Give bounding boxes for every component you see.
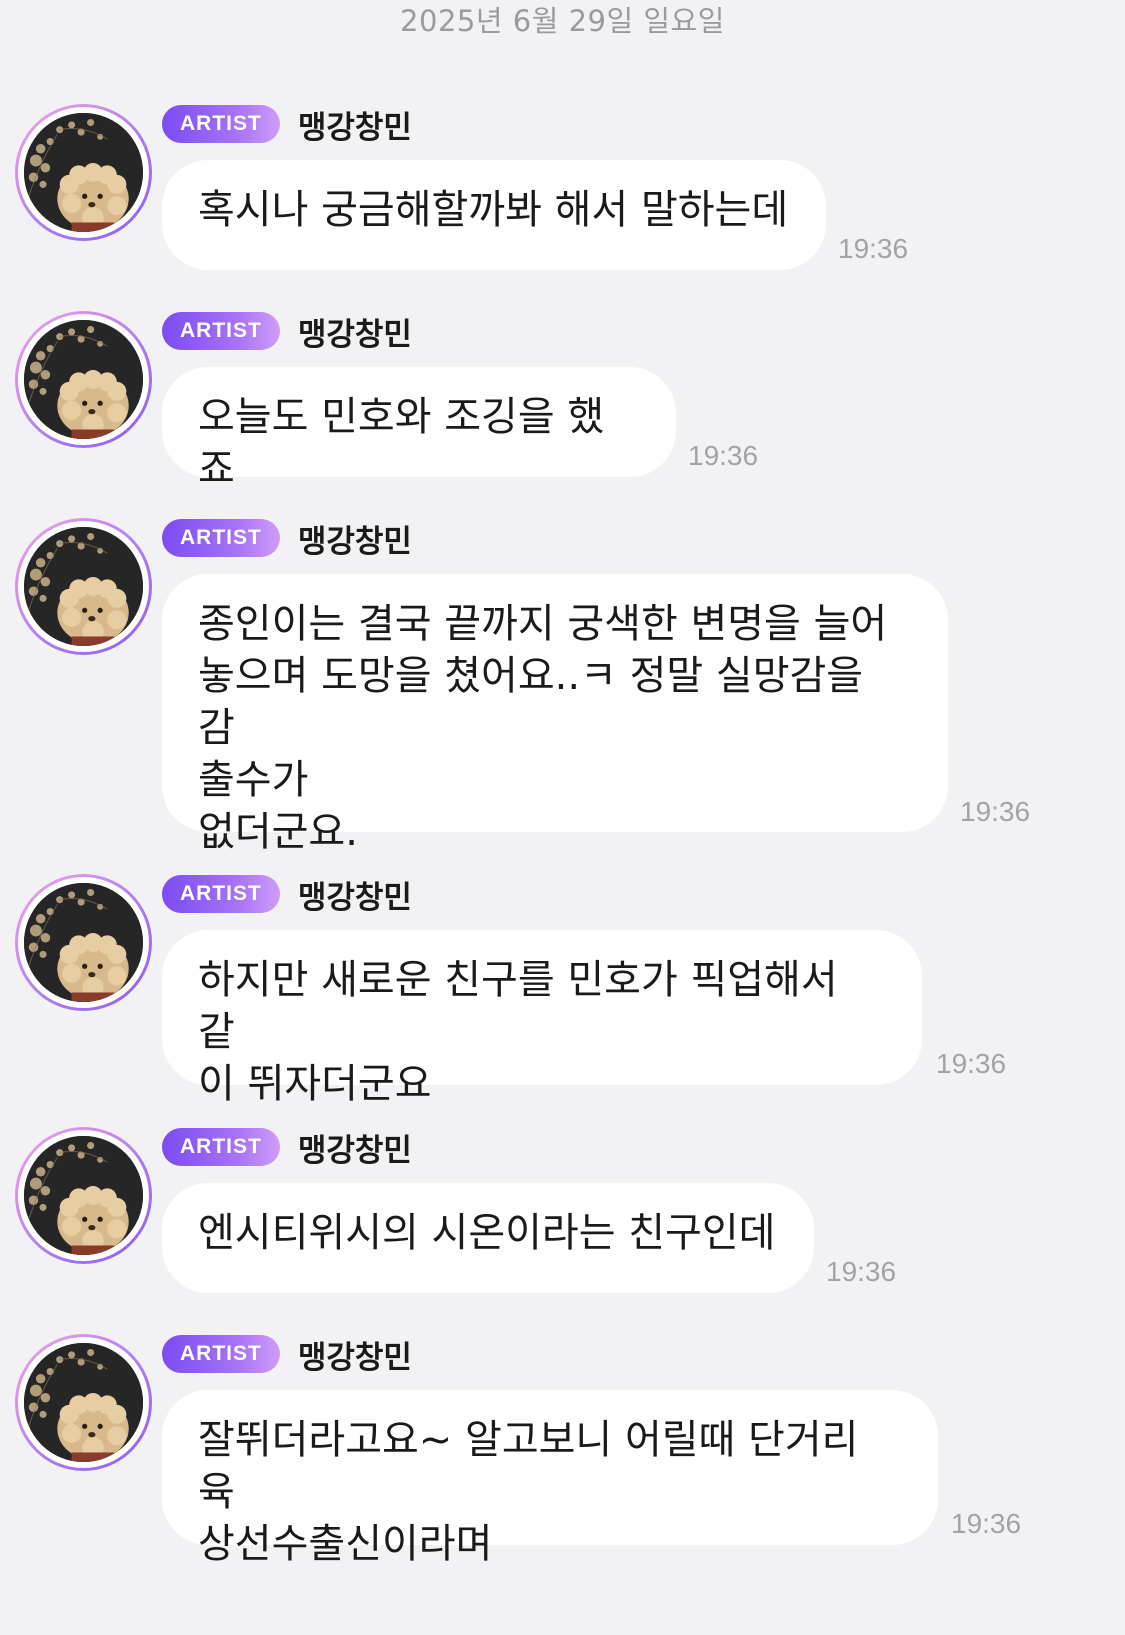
message-time: 19:36 xyxy=(951,1508,1022,1539)
avatar-ring xyxy=(18,877,149,1008)
artist-badge: ARTIST xyxy=(162,105,280,143)
message-time: 19:36 xyxy=(960,796,1031,827)
message-time: 19:36 xyxy=(936,1048,1007,1079)
message-item: ARTIST 맹강창민 엔시티위시의 시온이라는 친구인데 19:36 xyxy=(0,1127,1125,1296)
sender-row: ARTIST 맹강창민 xyxy=(162,1125,412,1170)
message-item: ARTIST 맹강창민 오늘도 민호와 조깅을 했죠 19:36 xyxy=(0,309,1125,492)
message-bubble[interactable]: 오늘도 민호와 조깅을 했죠 xyxy=(162,367,676,492)
message-item: ARTIST 맹강창민 잘뛰더라고요~ 알고보니 어릴때 단거리 육 상선수출신… xyxy=(0,1332,1125,1567)
sender-name[interactable]: 맹강창민 xyxy=(298,309,412,354)
artist-badge: ARTIST xyxy=(162,1335,280,1373)
sender-row: ARTIST 맹강창민 xyxy=(162,1332,412,1377)
message-time: 19:36 xyxy=(688,440,759,471)
artist-badge: ARTIST xyxy=(162,1128,280,1166)
avatar[interactable] xyxy=(15,1127,152,1264)
message-time: 19:36 xyxy=(838,233,909,264)
message-time: 19:36 xyxy=(826,1256,897,1287)
avatar[interactable] xyxy=(15,104,152,241)
dog-avatar-icon xyxy=(24,1136,143,1255)
dog-avatar-image xyxy=(24,113,143,232)
avatar-ring xyxy=(18,107,149,238)
artist-badge: ARTIST xyxy=(162,519,280,557)
sender-name[interactable]: 맹강창민 xyxy=(298,872,412,917)
dog-avatar-image xyxy=(24,1136,143,1255)
avatar[interactable] xyxy=(15,311,152,448)
sender-name[interactable]: 맹강창민 xyxy=(298,1332,412,1377)
avatar-ring xyxy=(18,1337,149,1468)
dog-avatar-icon xyxy=(24,883,143,1002)
dog-avatar-image xyxy=(24,527,143,646)
message-item: ARTIST 맹강창민 혹시나 궁금해할까봐 해서 말하는데 19:36 xyxy=(0,104,1125,273)
artist-badge: ARTIST xyxy=(162,875,280,913)
date-header: 2025년 6월 29일 일요일 xyxy=(400,4,725,38)
sender-row: ARTIST 맹강창민 xyxy=(162,309,412,354)
dog-avatar-image xyxy=(24,1343,143,1462)
sender-name[interactable]: 맹강창민 xyxy=(298,102,412,147)
dog-avatar-image xyxy=(24,320,143,439)
sender-row: ARTIST 맹강창민 xyxy=(162,102,412,147)
avatar[interactable] xyxy=(15,1334,152,1471)
avatar-ring xyxy=(18,521,149,652)
avatar-ring xyxy=(18,1130,149,1261)
avatar[interactable] xyxy=(15,874,152,1011)
dog-avatar-icon xyxy=(24,1343,143,1462)
message-bubble[interactable]: 엔시티위시의 시온이라는 친구인데 xyxy=(162,1183,814,1293)
dog-avatar-image xyxy=(24,883,143,1002)
sender-name[interactable]: 맹강창민 xyxy=(298,516,412,561)
message-bubble[interactable]: 종인이는 결국 끝까지 궁색한 변명을 늘어 놓으며 도망을 쳤어요..ㅋ 정말… xyxy=(162,574,948,855)
message-bubble[interactable]: 하지만 새로운 친구를 민호가 픽업해서 같 이 뛰자더군요 xyxy=(162,930,922,1107)
sender-row: ARTIST 맹강창민 xyxy=(162,516,412,561)
message-item: ARTIST 맹강창민 종인이는 결국 끝까지 궁색한 변명을 늘어 놓으며 도… xyxy=(0,516,1125,855)
dog-avatar-icon xyxy=(24,320,143,439)
avatar[interactable] xyxy=(15,518,152,655)
sender-name[interactable]: 맹강창민 xyxy=(298,1125,412,1170)
dog-avatar-icon xyxy=(24,527,143,646)
message-item: ARTIST 맹강창민 하지만 새로운 친구를 민호가 픽업해서 같 이 뛰자더… xyxy=(0,872,1125,1107)
dog-avatar-icon xyxy=(24,113,143,232)
message-bubble[interactable]: 혹시나 궁금해할까봐 해서 말하는데 xyxy=(162,160,826,270)
artist-badge: ARTIST xyxy=(162,312,280,350)
sender-row: ARTIST 맹강창민 xyxy=(162,872,412,917)
avatar-ring xyxy=(18,314,149,445)
message-bubble[interactable]: 잘뛰더라고요~ 알고보니 어릴때 단거리 육 상선수출신이라며 xyxy=(162,1390,938,1567)
